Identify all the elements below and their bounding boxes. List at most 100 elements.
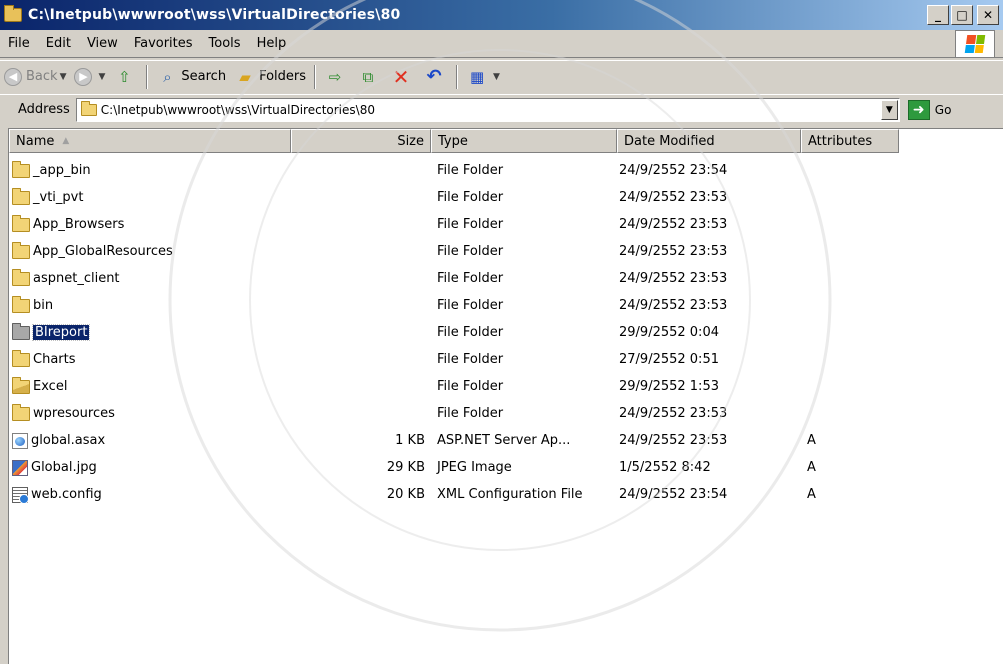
search-button[interactable]: ⌕ Search [152,63,230,91]
list-item[interactable]: wpresources File Folder 24/9/2552 23:53 [9,400,1003,427]
list-item[interactable]: Global.jpg 29 KB JPEG Image 1/5/2552 8:42 A [9,454,1003,481]
folder-icon [12,160,30,178]
column-header-size[interactable]: Size [291,129,431,153]
file-type: File Folder [437,352,504,367]
copy-to-button[interactable]: ⧉ [353,63,386,91]
list-item[interactable]: App_GlobalResources File Folder 24/9/2552 … [9,238,1003,265]
address-bar: Address C:\Inetpub\wwwroot\wss\VirtualDi… [0,94,1003,124]
back-button[interactable]: ◀ Back ▼ [0,63,70,91]
forward-arrow-icon: ▶ [74,67,93,86]
file-rows: _app_bin File Folder 24/9/2552 23:54 _vti_… [9,157,1003,508]
menu-favorites[interactable]: Favorites [126,36,201,51]
file-size: 29 KB [386,460,425,475]
column-attributes-label: Attributes [808,133,873,149]
delete-button[interactable]: ✕ [386,63,419,91]
forward-button[interactable]: ▶ ▼ [70,63,109,91]
menu-view[interactable]: View [79,36,126,51]
column-header-date[interactable]: Date Modified [617,129,801,153]
file-attributes: A [807,433,816,448]
toolbar-separator [456,64,459,89]
file-name: _vti_pvt [33,190,84,205]
column-name-label: Name [16,133,55,149]
file-type: File Folder [437,406,504,421]
search-icon: ⌕ [163,67,172,86]
file-date: 27/9/2552 0:51 [619,352,719,367]
menu-tools[interactable]: Tools [201,36,249,51]
file-name: global.asax [31,433,106,448]
folders-button[interactable]: ▰ Folders [230,63,310,91]
folder-icon [12,322,30,340]
close-button[interactable]: ✕ [977,5,999,25]
list-item[interactable]: global.asax 1 KB ASP.NET Server Ap... 24/9/… [9,427,1003,454]
file-size: 20 KB [386,487,425,502]
undo-button[interactable]: ↶ [419,63,452,91]
move-to-icon: ⇨ [328,67,342,86]
file-date: 24/9/2552 23:53 [619,190,728,205]
delete-icon: ✕ [392,64,410,89]
folders-label: Folders [259,69,307,84]
file-list[interactable]: Name ▲ Size Type Date Modified Attribute… [8,128,1003,664]
file-date: 24/9/2552 23:53 [619,271,728,286]
dropdown-arrow-icon: ▼ [493,71,500,82]
list-item[interactable]: bin File Folder 24/9/2552 23:53 [9,292,1003,319]
maximize-button[interactable]: □ [951,5,973,25]
address-path: C:\Inetpub\wwwroot\wss\VirtualDirectorie… [100,102,375,117]
file-type: File Folder [437,271,504,286]
file-name: aspnet_client [33,271,120,286]
column-header-type[interactable]: Type [431,129,617,153]
title-bar[interactable]: C:\Inetpub\wwwroot\wss\VirtualDirectorie… [0,0,1003,30]
copy-to-icon: ⧉ [362,67,374,86]
asax-file-icon [12,432,28,449]
file-date: 24/9/2552 23:54 [619,163,728,178]
views-button[interactable]: ▦ ▼ [462,63,504,91]
file-name: web.config [31,487,102,502]
explorer-window: C:\Inetpub\wwwroot\wss\VirtualDirectorie… [0,0,1003,664]
file-date: 1/5/2552 8:42 [619,460,711,475]
back-arrow-icon: ◀ [4,67,22,86]
go-arrow-icon: ➜ [907,99,930,120]
views-icon: ▦ [469,67,485,86]
address-dropdown-button[interactable]: ▼ [880,99,898,120]
file-date: 24/9/2552 23:53 [619,406,728,421]
minimize-button[interactable]: _ [927,5,949,25]
dropdown-arrow-icon: ▼ [98,71,106,82]
menu-file[interactable]: File [0,36,38,51]
list-item[interactable]: _vti_pvt File Folder 24/9/2552 23:53 [9,184,1003,211]
menu-help[interactable]: Help [249,36,295,51]
list-item[interactable]: _app_bin File Folder 24/9/2552 23:54 [9,157,1003,184]
undo-icon: ↶ [426,66,442,87]
list-item[interactable]: aspnet_client File Folder 24/9/2552 23:53 [9,265,1003,292]
file-date: 24/9/2552 23:53 [619,298,728,313]
file-type: JPEG Image [437,460,512,475]
file-name: App_Browsers [33,217,125,232]
search-label: Search [181,69,227,84]
list-item[interactable]: Excel File Folder 29/9/2552 1:53 [9,373,1003,400]
file-type: File Folder [437,190,504,205]
folder-icon [12,295,30,313]
move-to-button[interactable]: ⇨ [320,63,353,91]
up-folder-icon: ⇧ [118,67,131,86]
column-header-attributes[interactable]: Attributes [801,129,899,153]
toolbar-separator [146,64,149,89]
file-name: Excel [33,379,68,394]
folder-icon [12,349,30,367]
file-name: wpresources [33,406,115,421]
list-item-selected[interactable]: BIreport File Folder 29/9/2552 0:04 [9,319,1003,346]
folder-icon [12,187,30,205]
go-button[interactable]: ➜ Go [907,99,951,120]
file-name: Global.jpg [31,460,97,475]
address-input[interactable]: C:\Inetpub\wwwroot\wss\VirtualDirectorie… [75,97,900,122]
toolbar: ◀ Back ▼ ▶ ▼ ⇧ ⌕ Search ▰ Folders ⇨ ⧉ ✕ [0,60,1003,92]
column-headers: Name ▲ Size Type Date Modified Attribute… [9,129,1003,153]
window-title: C:\Inetpub\wwwroot\wss\VirtualDirectorie… [28,7,401,23]
windows-logo-icon [955,30,995,58]
list-item[interactable]: Charts File Folder 27/9/2552 0:51 [9,346,1003,373]
list-item[interactable]: App_Browsers File Folder 24/9/2552 23:53 [9,211,1003,238]
column-header-name[interactable]: Name ▲ [9,129,291,153]
up-folder-button[interactable]: ⇧ [109,63,142,91]
window-controls: _ □ ✕ [927,5,999,25]
dropdown-arrow-icon: ▼ [59,71,67,82]
list-item[interactable]: web.config 20 KB XML Configuration File 24/… [9,481,1003,508]
menu-edit[interactable]: Edit [38,36,79,51]
menu-bar: File Edit View Favorites Tools Help [0,30,1003,58]
